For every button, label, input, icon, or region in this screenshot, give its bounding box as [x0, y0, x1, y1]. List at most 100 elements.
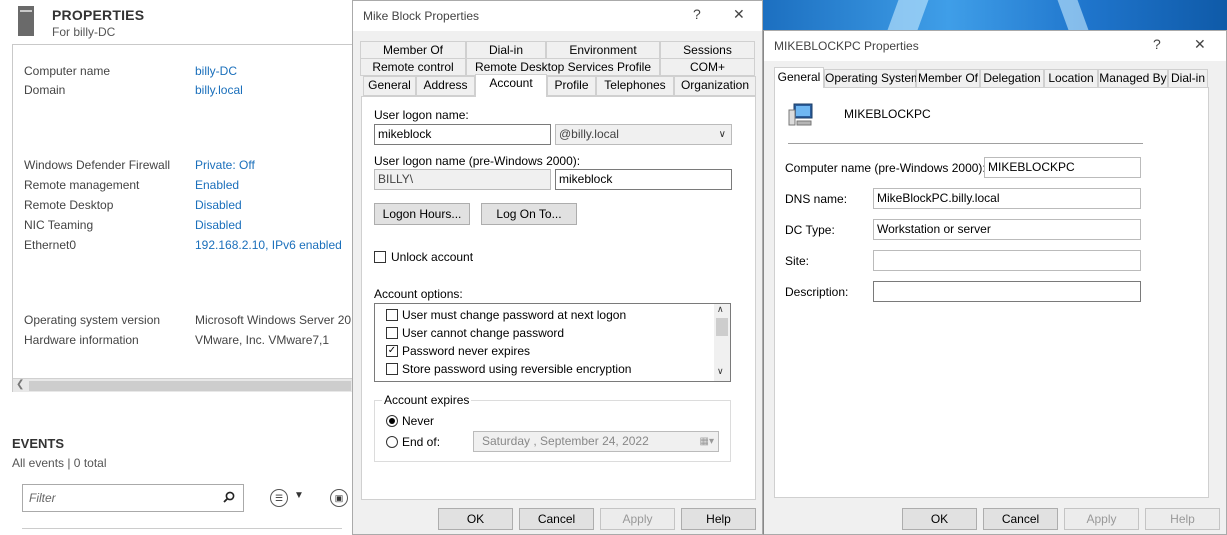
- general-tab-page: MIKEBLOCKPC Computer name (pre-Windows 2…: [774, 87, 1209, 498]
- tab-com-plus[interactable]: COM+: [660, 58, 755, 76]
- prop-value-link[interactable]: billy-DC: [195, 64, 237, 78]
- tab-environment[interactable]: Environment: [546, 41, 660, 59]
- prop-value: Microsoft Windows Server 20: [195, 313, 352, 327]
- save-query-icon[interactable]: ▣: [330, 489, 348, 507]
- ok-button[interactable]: OK: [438, 508, 513, 530]
- prop-label: Hardware information: [24, 333, 139, 347]
- unlock-account-label: Unlock account: [391, 250, 474, 264]
- tab-dial-in[interactable]: Dial-in: [466, 41, 546, 59]
- account-options-label: Account options:: [374, 287, 463, 301]
- option-checkbox[interactable]: [386, 309, 398, 321]
- title-bar: Mike Block Properties ? ✕: [353, 1, 762, 31]
- field-label: DC Type:: [785, 223, 835, 237]
- tab-organization[interactable]: Organization: [674, 76, 756, 96]
- prop-value-link[interactable]: Disabled: [195, 198, 242, 212]
- prop-value: VMware, Inc. VMware7,1: [195, 333, 330, 347]
- option-label: Store password using reversible encrypti…: [402, 362, 632, 376]
- tab-operating-system[interactable]: Operating System: [824, 69, 921, 88]
- apply-button[interactable]: Apply: [600, 508, 675, 530]
- tab-remote-control[interactable]: Remote control: [360, 58, 466, 76]
- field-label: Computer name (pre-Windows 2000):: [785, 161, 986, 175]
- tab-address[interactable]: Address: [416, 76, 475, 96]
- option-checkbox[interactable]: [386, 363, 398, 375]
- help-icon[interactable]: ?: [1153, 36, 1161, 52]
- prop-value-link[interactable]: billy.local: [195, 83, 243, 97]
- dialog-title: Mike Block Properties: [363, 9, 480, 23]
- pre2000-label: User logon name (pre-Windows 2000):: [374, 154, 581, 168]
- prop-label: Domain: [24, 83, 66, 97]
- end-of-label: End of:: [402, 435, 441, 449]
- ok-button[interactable]: OK: [902, 508, 977, 530]
- prop-label: Remote management: [24, 178, 140, 192]
- account-tab-page: User logon name: mikeblock @billy.local …: [361, 96, 756, 500]
- scroll-up-icon[interactable]: ∧: [717, 304, 724, 315]
- desktop-background: [763, 0, 1227, 30]
- option-label: User must change password at next logon: [402, 308, 627, 322]
- dns-name-field[interactable]: MikeBlockPC.billy.local: [873, 188, 1141, 209]
- logon-name-input[interactable]: mikeblock: [374, 124, 551, 145]
- site-field[interactable]: [873, 250, 1141, 271]
- scroll-thumb[interactable]: [29, 381, 351, 391]
- scroll-down-icon[interactable]: ∨: [717, 366, 724, 377]
- tab-location[interactable]: Location: [1044, 69, 1098, 88]
- logon-name-label: User logon name:: [374, 108, 469, 122]
- pre2000-name-input[interactable]: mikeblock: [555, 169, 732, 190]
- unlock-account-checkbox[interactable]: [374, 251, 386, 263]
- tab-sessions[interactable]: Sessions: [660, 41, 755, 59]
- option-checkbox[interactable]: [386, 327, 398, 339]
- prop-value-link[interactable]: Private: Off: [195, 158, 255, 172]
- help-button[interactable]: Help: [681, 508, 756, 530]
- events-subtitle: All events | 0 total: [12, 456, 107, 470]
- title-bar: MIKEBLOCKPC Properties ? ✕: [764, 31, 1226, 61]
- cancel-button[interactable]: Cancel: [983, 508, 1058, 530]
- tab-general[interactable]: General: [363, 76, 416, 96]
- scroll-left-icon[interactable]: ❮: [16, 379, 24, 390]
- prop-value-link[interactable]: Disabled: [195, 218, 242, 232]
- cancel-button[interactable]: Cancel: [519, 508, 594, 530]
- prop-label: Remote Desktop: [24, 198, 114, 212]
- tab-account[interactable]: Account: [475, 74, 547, 97]
- computer-properties-dialog: MIKEBLOCKPC Properties ? ✕ General Opera…: [763, 30, 1227, 535]
- tab-delegation[interactable]: Delegation: [980, 69, 1044, 88]
- options-scrollbar[interactable]: ∧ ∨: [714, 304, 730, 381]
- filter-input[interactable]: [23, 485, 213, 511]
- tab-member-of[interactable]: Member Of: [360, 41, 466, 59]
- tab-general[interactable]: General: [774, 67, 824, 88]
- field-label: DNS name:: [785, 192, 848, 206]
- option-label: User cannot change password: [402, 326, 565, 340]
- apply-button[interactable]: Apply: [1064, 508, 1139, 530]
- never-radio[interactable]: [386, 415, 398, 427]
- dc-type-field[interactable]: Workstation or server: [873, 219, 1141, 240]
- logon-hours-button[interactable]: Logon Hours...: [374, 203, 470, 225]
- upn-suffix-value: @billy.local: [559, 127, 619, 141]
- option-checkbox-checked[interactable]: ✓: [386, 345, 398, 357]
- tab-managed-by[interactable]: Managed By: [1098, 69, 1168, 88]
- pre2000-name-field[interactable]: MIKEBLOCKPC: [984, 157, 1141, 178]
- pre2000-domain-field: BILLY\: [374, 169, 551, 190]
- tab-profile[interactable]: Profile: [547, 76, 596, 96]
- list-options-icon[interactable]: ☰: [270, 489, 288, 507]
- scroll-thumb[interactable]: [716, 318, 728, 336]
- upn-suffix-select[interactable]: @billy.local ∨: [555, 124, 732, 145]
- never-label: Never: [402, 414, 435, 428]
- tab-member-of[interactable]: Member Of: [916, 69, 980, 88]
- description-input[interactable]: [873, 281, 1141, 302]
- help-icon[interactable]: ?: [693, 6, 701, 22]
- user-properties-dialog: Mike Block Properties ? ✕ Member Of Dial…: [352, 0, 763, 535]
- prop-label: Computer name: [24, 64, 111, 78]
- horizontal-scrollbar[interactable]: ❮: [13, 378, 352, 392]
- tab-dial-in[interactable]: Dial-in: [1168, 69, 1208, 88]
- log-on-to-button[interactable]: Log On To...: [481, 203, 577, 225]
- help-button[interactable]: Help: [1145, 508, 1220, 530]
- close-icon[interactable]: ✕: [733, 6, 745, 23]
- account-options-list: User must change password at next logon …: [374, 303, 731, 382]
- tab-telephones[interactable]: Telephones: [596, 76, 674, 96]
- end-of-radio[interactable]: [386, 436, 398, 448]
- chevron-down-icon[interactable]: ▼: [294, 490, 304, 501]
- prop-value-link[interactable]: Enabled: [195, 178, 239, 192]
- prop-value-link[interactable]: 192.168.2.10, IPv6 enabled: [195, 238, 342, 252]
- search-icon[interactable]: [223, 491, 235, 503]
- prop-label: Operating system version: [24, 313, 161, 327]
- close-icon[interactable]: ✕: [1194, 36, 1206, 53]
- events-grid-header: [22, 528, 342, 535]
